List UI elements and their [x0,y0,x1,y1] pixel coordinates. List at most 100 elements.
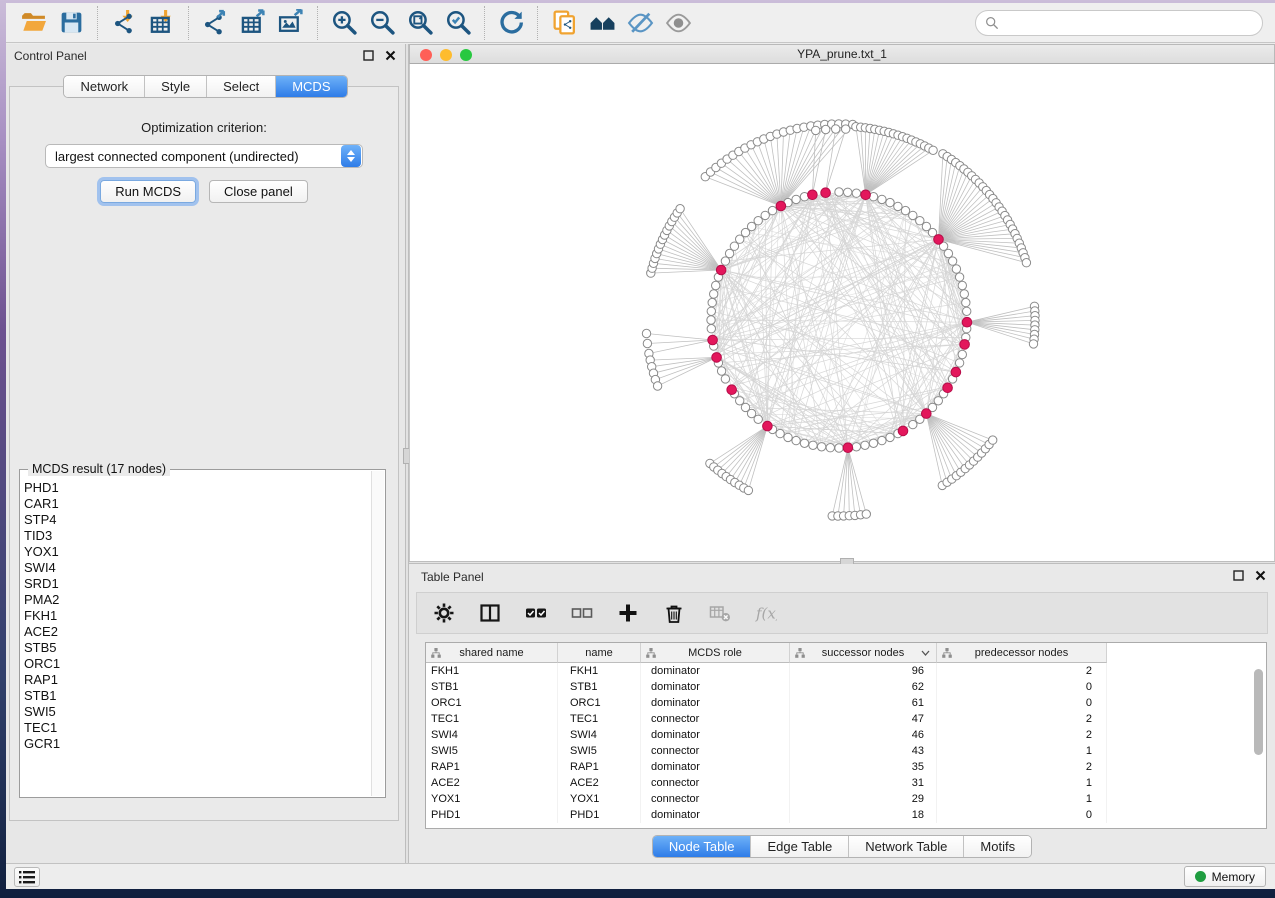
table-row[interactable]: SWI5SWI5connector431 [426,743,1266,759]
run-mcds-button[interactable]: Run MCDS [100,180,196,203]
hide-selected-button[interactable] [621,7,659,39]
close-panel-icon[interactable] [383,48,397,62]
cell-MCDS-role: dominator [641,807,790,823]
first-neighbors-button[interactable] [583,7,621,39]
search-input[interactable] [999,13,1262,33]
column-header-name[interactable]: name [558,643,641,663]
list-icon [19,871,35,884]
tab-select[interactable]: Select [207,76,276,97]
cell-successor-nodes: 47 [790,711,937,727]
column-header-MCDS-role[interactable]: MCDS role [641,643,790,663]
scrollbar-thumb[interactable] [1254,669,1263,755]
float-panel-icon[interactable] [1231,568,1245,582]
mcds-node-item[interactable]: ORC1 [24,656,371,672]
tab-network[interactable]: Network [64,76,145,97]
refresh-view-button[interactable] [492,7,530,39]
memory-button[interactable]: Memory [1184,866,1266,887]
table-header-row: shared namenameMCDS rolesuccessor nodesp… [426,643,1266,663]
task-history-button[interactable] [14,867,40,887]
column-header-shared-name[interactable]: shared name [426,643,558,663]
show-graphics-details-button[interactable] [659,7,697,39]
table-row[interactable]: PHD1PHD1dominator180 [426,807,1266,823]
mcds-node-item[interactable]: SWI5 [24,704,371,720]
add-column-button[interactable] [613,598,643,628]
zoom-out-button[interactable] [363,7,401,39]
memory-label: Memory [1212,870,1255,884]
tab-network-table[interactable]: Network Table [849,836,964,857]
table-body: FKH1FKH1dominator962STB1STB1dominator620… [426,663,1266,823]
select-all-button[interactable] [521,598,551,628]
close-panel-button[interactable]: Close panel [209,180,308,203]
deselect-all-button[interactable] [567,598,597,628]
export-network-button[interactable] [196,7,234,39]
mcds-node-item[interactable]: SRD1 [24,576,371,592]
mcds-node-item[interactable]: STB5 [24,640,371,656]
mcds-node-item[interactable]: PMA2 [24,592,371,608]
table-scrollbar[interactable] [1254,665,1264,825]
table-row[interactable]: TEC1TEC1connector472 [426,711,1266,727]
table-row[interactable]: ORC1ORC1dominator610 [426,695,1266,711]
save-session-button[interactable] [52,7,90,39]
zoom-fit-button[interactable] [401,7,439,39]
mcds-node-item[interactable]: CAR1 [24,496,371,512]
open-file-button[interactable] [14,7,52,39]
right-area: YPA_prune.txt_1 Table Panel [409,44,1275,863]
search-icon [985,16,999,30]
mcds-node-item[interactable]: SWI4 [24,560,371,576]
import-table-button[interactable] [143,7,181,39]
mcds-node-item[interactable]: STP4 [24,512,371,528]
sort-desc-icon [921,650,930,656]
tab-node-table[interactable]: Node Table [653,836,752,857]
cell-predecessor-nodes: 1 [937,775,1107,791]
settings-button[interactable] [429,598,459,628]
column-layout-button[interactable] [475,598,505,628]
mcds-node-item[interactable]: YOX1 [24,544,371,560]
mcds-node-item[interactable]: GCR1 [24,736,371,752]
delete-column-button[interactable] [659,598,689,628]
float-panel-icon[interactable] [361,48,375,62]
column-header-predecessor-nodes[interactable]: predecessor nodes [937,643,1107,663]
mcds-node-item[interactable]: RAP1 [24,672,371,688]
close-panel-icon[interactable] [1253,568,1267,582]
tab-edge-table[interactable]: Edge Table [751,836,849,857]
export-table-button[interactable] [234,7,272,39]
mcds-node-item[interactable]: TEC1 [24,720,371,736]
zoom-window-icon[interactable] [460,49,472,61]
table-row[interactable]: STB1STB1dominator620 [426,679,1266,695]
cell-shared-name: YOX1 [426,791,558,807]
close-window-icon[interactable] [420,49,432,61]
mcds-node-item[interactable]: PHD1 [24,480,371,496]
table-row[interactable]: YOX1YOX1connector291 [426,791,1266,807]
tab-motifs[interactable]: Motifs [964,836,1031,857]
zoom-selected-button[interactable] [439,7,477,39]
cell-shared-name: SWI5 [426,743,558,759]
network-canvas[interactable] [409,64,1275,561]
mcds-node-item[interactable]: ACE2 [24,624,371,640]
mcds-node-item[interactable]: TID3 [24,528,371,544]
mcds-list-scrollbar[interactable] [371,471,384,796]
optimization-criterion-select[interactable]: largest connected component (undirected) [45,144,363,168]
cell-successor-nodes: 96 [790,663,937,679]
table-row[interactable]: FKH1FKH1dominator962 [426,663,1266,679]
export-image-button[interactable] [272,7,310,39]
import-network-button[interactable] [105,7,143,39]
mcds-result-box: MCDS result (17 nodes) PHD1CAR1STP4TID3Y… [19,469,386,798]
open-file-icon [20,9,47,36]
zoom-fit-icon [407,9,434,36]
mcds-node-item[interactable]: STB1 [24,688,371,704]
clone-network-button[interactable] [545,7,583,39]
table-row[interactable]: RAP1RAP1dominator352 [426,759,1266,775]
mcds-node-item[interactable]: FKH1 [24,608,371,624]
cell-MCDS-role: connector [641,791,790,807]
table-row[interactable]: ACE2ACE2connector311 [426,775,1266,791]
column-header-successor-nodes[interactable]: successor nodes [790,643,937,663]
cell-successor-nodes: 61 [790,695,937,711]
tree-icon [646,648,656,658]
tab-style[interactable]: Style [145,76,207,97]
save-session-icon [58,9,85,36]
zoom-in-button[interactable] [325,7,363,39]
cell-name: ACE2 [558,775,641,791]
minimize-window-icon[interactable] [440,49,452,61]
tab-mcds[interactable]: MCDS [276,76,346,97]
table-row[interactable]: SWI4SWI4dominator462 [426,727,1266,743]
